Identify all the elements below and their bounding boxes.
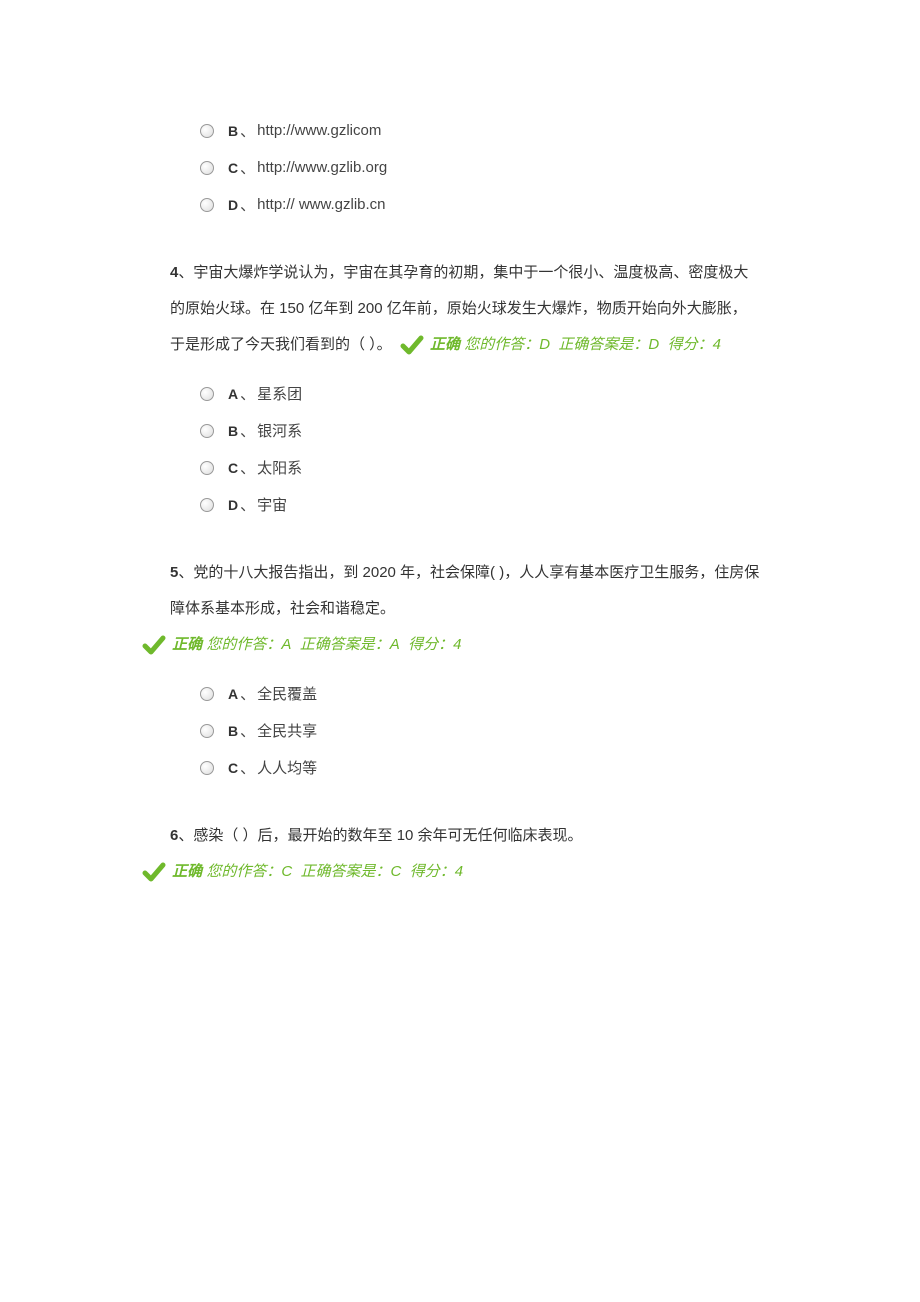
question-text-a: 、党的十八大报告指出，到 [178, 564, 362, 581]
option-punct: 、 [240, 720, 255, 741]
option-text: http:// www.gzlib.cn [257, 196, 385, 213]
question-text-b: 余年可无任何临床表现。 [413, 827, 582, 844]
feedback-score: 得分：4 [668, 336, 721, 353]
option-row: A 、 全民覆盖 [200, 683, 760, 704]
inline-number: 200 [358, 300, 383, 317]
inline-number: 10 [397, 827, 414, 844]
checkmark-icon [400, 333, 424, 357]
option-row: B 、 http://www.gzlicom [200, 120, 760, 141]
radio-icon[interactable] [200, 124, 214, 138]
inline-number: 2020 [363, 564, 396, 581]
radio-icon[interactable] [200, 498, 214, 512]
option-text: http://www.gzlicom [257, 122, 381, 139]
option-row: C 、 太阳系 [200, 457, 760, 478]
feedback-correct-answer: 正确答案是：D [558, 336, 659, 353]
option-text: 全民共享 [257, 720, 317, 741]
option-punct: 、 [240, 683, 255, 704]
feedback-correct-answer: 正确答案是：A [300, 636, 400, 653]
option-letter: D [228, 497, 238, 513]
q4-options: A 、 星系团 B 、 银河系 C 、 太阳系 D 、 宇宙 [200, 383, 760, 515]
q3-options-tail: B 、 http://www.gzlicom C 、 http://www.gz… [200, 120, 760, 215]
option-letter: B [228, 723, 238, 739]
option-letter: C [228, 460, 238, 476]
option-row: B 、 全民共享 [200, 720, 760, 741]
radio-icon[interactable] [200, 761, 214, 775]
option-punct: 、 [240, 457, 255, 478]
option-punct: 、 [240, 120, 255, 141]
radio-icon[interactable] [200, 724, 214, 738]
feedback-your-answer: 您的作答：C [206, 863, 292, 880]
radio-icon[interactable] [200, 461, 214, 475]
option-text: 银河系 [257, 420, 302, 441]
feedback-score: 得分：4 [408, 636, 461, 653]
radio-icon[interactable] [200, 387, 214, 401]
option-letter: C [228, 760, 238, 776]
option-punct: 、 [240, 383, 255, 404]
option-punct: 、 [240, 157, 255, 178]
question-6: 6、感染（ ）后，最开始的数年至 10 余年可无任何临床表现。 正确 您的作答：… [170, 818, 760, 890]
option-row: D 、 宇宙 [200, 494, 760, 515]
option-text: 星系团 [257, 383, 302, 404]
option-text: 人人均等 [257, 757, 317, 778]
question-text-a: 、感染（ ）后，最开始的数年至 [178, 827, 396, 844]
option-letter: A [228, 386, 238, 402]
option-letter: D [228, 197, 238, 213]
checkmark-icon [142, 633, 166, 657]
question-text-mid: 亿年到 [304, 300, 357, 317]
option-text: 宇宙 [257, 494, 287, 515]
question-5: 5、党的十八大报告指出，到 2020 年，社会保障( )，人人享有基本医疗卫生服… [170, 555, 760, 663]
option-row: B 、 银河系 [200, 420, 760, 441]
option-letter: B [228, 423, 238, 439]
option-text: 全民覆盖 [257, 683, 317, 704]
option-letter: B [228, 123, 238, 139]
option-punct: 、 [240, 420, 255, 441]
radio-icon[interactable] [200, 687, 214, 701]
question-4: 4、宇宙大爆炸学说认为，宇宙在其孕育的初期，集中于一个很小、温度极高、密度极大的… [170, 255, 760, 363]
option-text: http://www.gzlib.org [257, 159, 387, 176]
option-row: A 、 星系团 [200, 383, 760, 404]
feedback-correct-label: 正确 [172, 636, 202, 653]
option-punct: 、 [240, 757, 255, 778]
inline-number: 150 [279, 300, 304, 317]
option-text: 太阳系 [257, 457, 302, 478]
checkmark-icon [142, 860, 166, 884]
radio-icon[interactable] [200, 424, 214, 438]
feedback-correct-answer: 正确答案是：C [301, 863, 402, 880]
radio-icon[interactable] [200, 161, 214, 175]
feedback-correct-label: 正确 [430, 336, 460, 353]
option-punct: 、 [240, 194, 255, 215]
option-letter: A [228, 686, 238, 702]
q5-options: A 、 全民覆盖 B 、 全民共享 C 、 人人均等 [200, 683, 760, 778]
option-row: C 、 人人均等 [200, 757, 760, 778]
option-letter: C [228, 160, 238, 176]
feedback-score: 得分：4 [410, 863, 463, 880]
option-punct: 、 [240, 494, 255, 515]
option-row: D 、 http:// www.gzlib.cn [200, 194, 760, 215]
option-row: C 、 http://www.gzlib.org [200, 157, 760, 178]
feedback-correct-label: 正确 [172, 863, 202, 880]
feedback-your-answer: 您的作答：D [464, 336, 550, 353]
feedback-your-answer: 您的作答：A [206, 636, 291, 653]
radio-icon[interactable] [200, 198, 214, 212]
